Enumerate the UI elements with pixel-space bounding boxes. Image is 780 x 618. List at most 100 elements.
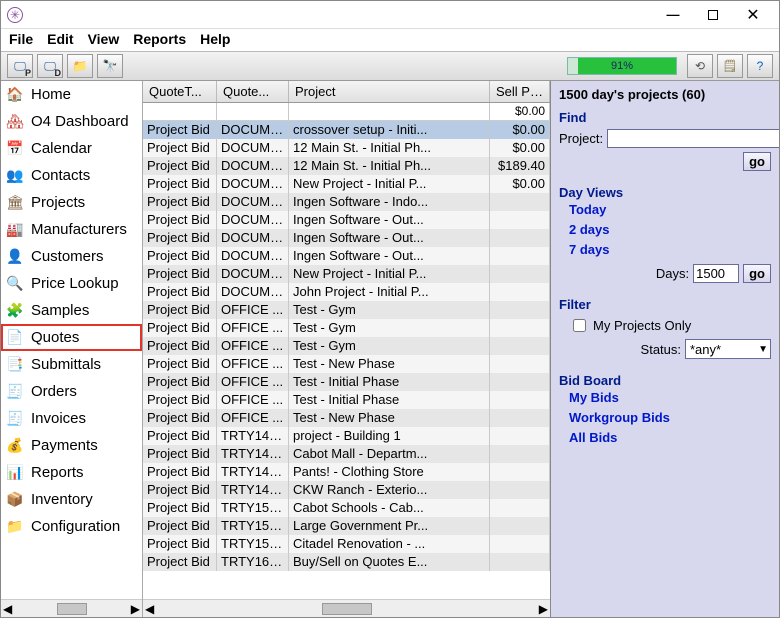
nav-item-configuration[interactable]: 📁Configuration bbox=[1, 513, 142, 540]
scroll-right-icon[interactable]: ▶ bbox=[131, 602, 140, 616]
bid-mybids-link[interactable]: My Bids bbox=[569, 388, 771, 408]
toolbar-help-button[interactable]: ? bbox=[747, 54, 773, 78]
cell: OFFICE ... bbox=[217, 319, 289, 337]
col-quote-type[interactable]: QuoteT... bbox=[143, 81, 217, 102]
cell: DOCUME... bbox=[217, 139, 289, 157]
sync-progress: 91% bbox=[567, 57, 677, 75]
table-row[interactable]: Project BidOFFICE ...Test - Initial Phas… bbox=[143, 373, 550, 391]
table-row[interactable]: Project BidDOCUME...New Project - Initia… bbox=[143, 265, 550, 283]
nav-item-payments[interactable]: 💰Payments bbox=[1, 432, 142, 459]
scroll-left-icon[interactable]: ◀ bbox=[145, 602, 154, 616]
window-maximize-button[interactable] bbox=[693, 4, 733, 26]
table-row[interactable]: Project BidOFFICE ...Test - Gym bbox=[143, 301, 550, 319]
nav-item-o4-dashboard[interactable]: 🏘O4 Dashboard bbox=[1, 108, 142, 135]
cell bbox=[490, 193, 550, 211]
my-projects-checkbox[interactable] bbox=[573, 319, 586, 332]
nav-item-orders[interactable]: 🧾Orders bbox=[1, 378, 142, 405]
menu-view[interactable]: View bbox=[88, 31, 120, 47]
table-row[interactable]: Project BidOFFICE ...Test - New Phase bbox=[143, 355, 550, 373]
nav-item-manufacturers[interactable]: 🏭Manufacturers bbox=[1, 216, 142, 243]
cell: Buy/Sell on Quotes E... bbox=[289, 553, 490, 571]
dayview-today-link[interactable]: Today bbox=[569, 200, 771, 220]
col-project[interactable]: Project bbox=[289, 81, 490, 102]
table-row[interactable]: Project BidOFFICE ...Test - New Phase bbox=[143, 409, 550, 427]
table-row[interactable]: Project BidTRTY14-29Pants! - Clothing St… bbox=[143, 463, 550, 481]
table-row[interactable]: Project BidTRTY16-78Buy/Sell on Quotes E… bbox=[143, 553, 550, 571]
bid-allbids-link[interactable]: All Bids bbox=[569, 428, 771, 448]
cell bbox=[490, 373, 550, 391]
table-row[interactable]: Project BidDOCUME...crossover setup - In… bbox=[143, 121, 550, 139]
nav-item-samples[interactable]: 🧩Samples bbox=[1, 297, 142, 324]
menu-help[interactable]: Help bbox=[200, 31, 230, 47]
col-sell-price[interactable]: Sell Pri... bbox=[490, 81, 550, 102]
nav-item-submittals[interactable]: 📑Submittals bbox=[1, 351, 142, 378]
scroll-thumb[interactable] bbox=[57, 603, 87, 615]
body: 🏠Home🏘O4 Dashboard📅Calendar👥Contacts🏛Pro… bbox=[1, 81, 779, 617]
nav-item-home[interactable]: 🏠Home bbox=[1, 81, 142, 108]
menu-edit[interactable]: Edit bbox=[47, 31, 73, 47]
toolbar-sync-button[interactable]: ⟲ bbox=[687, 54, 713, 78]
find-go-button[interactable]: go bbox=[743, 152, 771, 171]
nav-hscrollbar[interactable]: ◀ ▶ bbox=[1, 599, 142, 617]
nav-item-calendar[interactable]: 📅Calendar bbox=[1, 135, 142, 162]
nav-item-reports[interactable]: 📊Reports bbox=[1, 459, 142, 486]
nav-icon: 📅 bbox=[5, 139, 25, 159]
days-input[interactable] bbox=[693, 264, 739, 283]
table-row[interactable]: Project BidDOCUME...12 Main St. - Initia… bbox=[143, 139, 550, 157]
bid-workgroup-link[interactable]: Workgroup Bids bbox=[569, 408, 771, 428]
status-select[interactable]: *any* ▼ bbox=[685, 339, 771, 359]
nav-item-price-lookup[interactable]: 🔍Price Lookup bbox=[1, 270, 142, 297]
menu-reports[interactable]: Reports bbox=[133, 31, 186, 47]
filter-panel: 1500 day's projects (60) Find Project: X… bbox=[551, 81, 779, 617]
sync-progress-text: 91% bbox=[611, 60, 633, 72]
menu-file[interactable]: File bbox=[9, 31, 33, 47]
scroll-thumb[interactable] bbox=[322, 603, 372, 615]
cell: Ingen Software - Out... bbox=[289, 247, 490, 265]
toolbar-folder-button[interactable]: 📁 bbox=[67, 54, 93, 78]
nav-item-quotes[interactable]: 📄Quotes bbox=[1, 324, 142, 351]
cell bbox=[490, 535, 550, 553]
window-minimize-button[interactable]: — bbox=[653, 4, 693, 26]
scroll-left-icon[interactable]: ◀ bbox=[3, 602, 12, 616]
grid-summary-row: $0.00 bbox=[143, 103, 550, 121]
nav-item-projects[interactable]: 🏛Projects bbox=[1, 189, 142, 216]
scroll-right-icon[interactable]: ▶ bbox=[539, 602, 548, 616]
toolbar-binoculars-button[interactable]: 🔭 bbox=[97, 54, 123, 78]
nav-label: Price Lookup bbox=[31, 275, 119, 292]
table-row[interactable]: Project BidTRTY15-54Cabot Schools - Cab.… bbox=[143, 499, 550, 517]
nav-label: Home bbox=[31, 86, 71, 103]
nav-item-customers[interactable]: 👤Customers bbox=[1, 243, 142, 270]
table-row[interactable]: Project BidOFFICE ...Test - Initial Phas… bbox=[143, 391, 550, 409]
table-row[interactable]: Project BidDOCUME...Ingen Software - Ind… bbox=[143, 193, 550, 211]
table-row[interactable]: Project BidDOCUME...New Project - Initia… bbox=[143, 175, 550, 193]
table-row[interactable]: Project BidTRTY14-32CKW Ranch - Exterio.… bbox=[143, 481, 550, 499]
window-close-button[interactable]: ✕ bbox=[733, 4, 773, 26]
table-row[interactable]: Project BidTRTY15-72Large Government Pr.… bbox=[143, 517, 550, 535]
table-row[interactable]: Project BidTRTY14-19Cabot Mall - Departm… bbox=[143, 445, 550, 463]
nav-icon: 👤 bbox=[5, 247, 25, 267]
table-row[interactable]: Project BidDOCUME...Ingen Software - Out… bbox=[143, 247, 550, 265]
project-search-input[interactable] bbox=[607, 129, 779, 148]
col-quote[interactable]: Quote... bbox=[217, 81, 289, 102]
nav-label: O4 Dashboard bbox=[31, 113, 129, 130]
grid-hscrollbar[interactable]: ◀ ▶ bbox=[143, 599, 550, 617]
nav-item-contacts[interactable]: 👥Contacts bbox=[1, 162, 142, 189]
table-row[interactable]: Project BidOFFICE ...Test - Gym bbox=[143, 337, 550, 355]
table-row[interactable]: Project BidTRTY14-12project - Building 1 bbox=[143, 427, 550, 445]
toolbar-disk-p-button[interactable]: 🖵P bbox=[7, 54, 33, 78]
table-row[interactable]: Project BidTRTY15-73Citadel Renovation -… bbox=[143, 535, 550, 553]
nav-item-inventory[interactable]: 📦Inventory bbox=[1, 486, 142, 513]
table-row[interactable]: Project BidDOCUME...Ingen Software - Out… bbox=[143, 211, 550, 229]
table-row[interactable]: Project BidDOCUME...Ingen Software - Out… bbox=[143, 229, 550, 247]
table-row[interactable]: Project BidDOCUME...12 Main St. - Initia… bbox=[143, 157, 550, 175]
table-row[interactable]: Project BidOFFICE ...Test - Gym bbox=[143, 319, 550, 337]
nav-item-invoices[interactable]: 🧾Invoices bbox=[1, 405, 142, 432]
dayview-2days-link[interactable]: 2 days bbox=[569, 220, 771, 240]
table-row[interactable]: Project BidDOCUME...John Project - Initi… bbox=[143, 283, 550, 301]
cell bbox=[490, 427, 550, 445]
toolbar-notes-button[interactable]: 🗒 bbox=[717, 54, 743, 78]
toolbar-disk-d-button[interactable]: 🖵D bbox=[37, 54, 63, 78]
dayview-7days-link[interactable]: 7 days bbox=[569, 240, 771, 260]
days-go-button[interactable]: go bbox=[743, 264, 771, 283]
cell: Ingen Software - Out... bbox=[289, 229, 490, 247]
